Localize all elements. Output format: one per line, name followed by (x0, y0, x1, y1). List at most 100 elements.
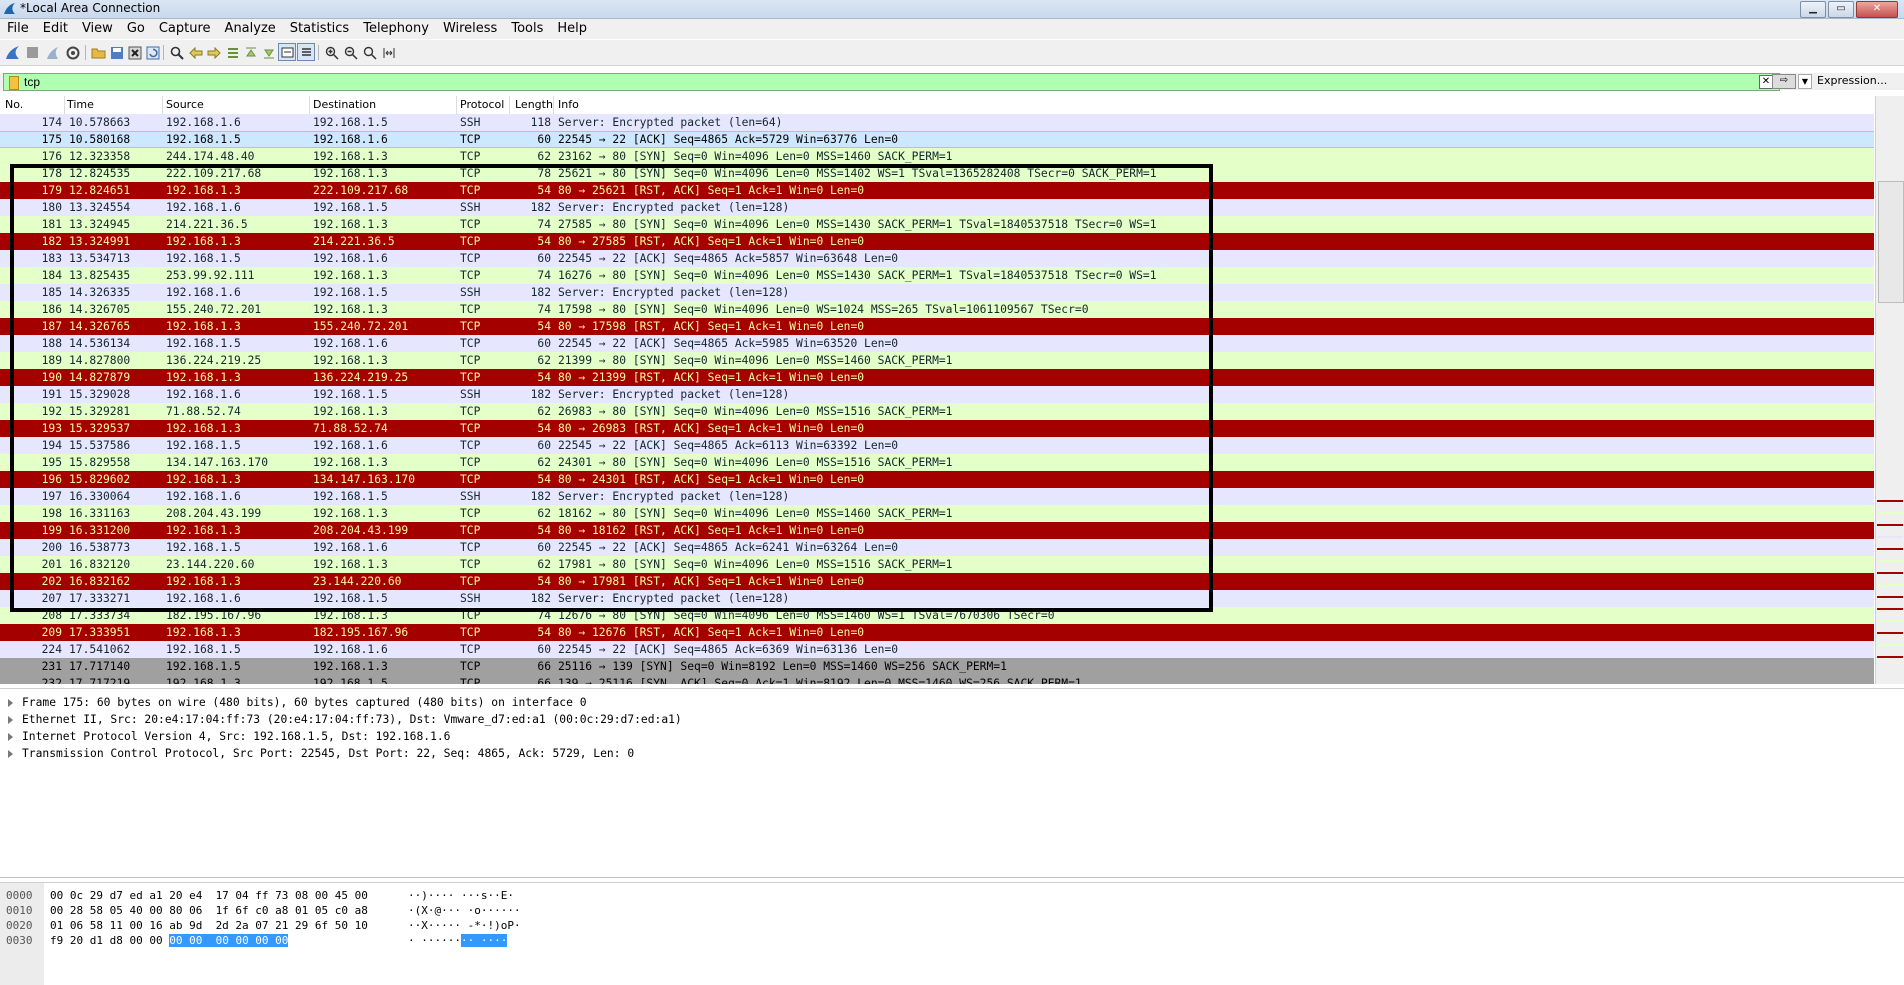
packet-row[interactable]: 207 17.333271 192.168.1.6 192.168.1.5 SSH 182… (0, 590, 1874, 607)
packet-row[interactable]: 199 16.331200 192.168.1.3 208.204.43.199 TCP… (0, 522, 1874, 539)
packet-row[interactable]: 201 16.832120 23.144.220.60 192.168.1.3 TCP 6… (0, 556, 1874, 573)
packet-row[interactable]: 174 10.578663 192.168.1.6 192.168.1.5 SSH 118… (0, 114, 1874, 131)
stop-icon[interactable] (24, 44, 41, 61)
packet-row[interactable]: 196 15.829602 192.168.1.3 134.147.163.170 TC… (0, 471, 1874, 488)
restart-icon[interactable] (44, 44, 61, 61)
packet-row[interactable]: 176 12.323358 244.174.48.40 192.168.1.3 TCP 6… (0, 148, 1874, 165)
column-header-destination[interactable]: Destination (313, 98, 376, 111)
column-header-protocol[interactable]: Protocol (460, 98, 504, 111)
packet-list-scrollbar[interactable] (1875, 96, 1904, 684)
packet-row[interactable]: 191 15.329028 192.168.1.6 192.168.1.5 SSH 182… (0, 386, 1874, 403)
packet-row[interactable]: 195 15.829558 134.147.163.170 192.168.1.3 TC… (0, 454, 1874, 471)
menu-capture[interactable]: Capture (152, 19, 218, 39)
reload-icon[interactable] (144, 44, 161, 61)
packet-row[interactable]: 224 17.541062 192.168.1.5 192.168.1.6 TCP 60 2… (0, 641, 1874, 658)
packet-row[interactable]: 232 17.717219 192.168.1.3 192.168.1.5 TCP 66 1… (0, 675, 1874, 684)
column-header-no[interactable]: No. (5, 98, 23, 111)
menu-wireless[interactable]: Wireless (436, 19, 504, 39)
packet-row[interactable]: 178 12.824535 222.109.217.68 192.168.1.3 TCP… (0, 165, 1874, 182)
expand-arrow-icon[interactable] (8, 716, 13, 724)
apply-filter-button[interactable]: ⇨ (1772, 74, 1796, 89)
menu-help[interactable]: Help (550, 19, 594, 39)
packet-row[interactable]: 185 14.326335 192.168.1.6 192.168.1.5 SSH 182… (0, 284, 1874, 301)
zoom-in-icon[interactable] (323, 44, 340, 61)
packet-row-selected[interactable]: 175 10.580168 192.168.1.5 192.168.1.6 TCP 60 2… (0, 131, 1874, 148)
packet-row[interactable]: 186 14.326705 155.240.72.201 192.168.1.3 TCP… (0, 301, 1874, 318)
packet-row[interactable]: 189 14.827800 136.224.219.25 192.168.1.3 TCP… (0, 352, 1874, 369)
clear-filter-icon[interactable]: ✕ (1759, 75, 1773, 89)
ascii-bytes[interactable]: ··X····· -*·!)oP· (408, 918, 521, 933)
options-icon[interactable] (64, 44, 81, 61)
normal-size-icon[interactable] (361, 44, 378, 61)
menu-statistics[interactable]: Statistics (283, 19, 356, 39)
packet-row[interactable]: 231 17.717140 192.168.1.5 192.168.1.3 TCP 66 2… (0, 658, 1874, 675)
column-header-length[interactable]: Length (515, 98, 553, 111)
first-packet-icon[interactable] (242, 44, 259, 61)
detail-tree-item[interactable]: Ethernet II, Src: 20:e4:17:04:ff:73 (20:… (8, 711, 682, 728)
packet-row[interactable]: 193 15.329537 192.168.1.3 71.88.52.74 TCP 54 8… (0, 420, 1874, 437)
ascii-bytes[interactable]: · ········ ···· (408, 933, 508, 948)
find-icon[interactable] (168, 44, 185, 61)
packet-row[interactable]: 181 13.324945 214.221.36.5 192.168.1.3 TCP 74… (0, 216, 1874, 233)
packet-row[interactable]: 209 17.333951 192.168.1.3 182.195.167.96 TCP… (0, 624, 1874, 641)
maximize-button[interactable]: ▭ (1828, 1, 1854, 18)
packet-row[interactable]: 192 15.329281 71.88.52.74 192.168.1.3 TCP 62 2… (0, 403, 1874, 420)
packet-row[interactable]: 182 13.324991 192.168.1.3 214.221.36.5 TCP 54… (0, 233, 1874, 250)
packet-row[interactable]: 194 15.537586 192.168.1.5 192.168.1.6 TCP 60 2… (0, 437, 1874, 454)
packet-row[interactable]: 183 13.534713 192.168.1.5 192.168.1.6 TCP 60 2… (0, 250, 1874, 267)
expand-arrow-icon[interactable] (8, 750, 13, 758)
packet-row[interactable]: 184 13.825435 253.99.92.111 192.168.1.3 TCP 7… (0, 267, 1874, 284)
packet-row[interactable]: 180 13.324554 192.168.1.6 192.168.1.5 SSH 182… (0, 199, 1874, 216)
zoom-out-icon[interactable] (342, 44, 359, 61)
menu-file[interactable]: File (0, 19, 36, 39)
menu-tools[interactable]: Tools (504, 19, 550, 39)
packet-row[interactable]: 187 14.326765 192.168.1.3 155.240.72.201 TCP… (0, 318, 1874, 335)
packet-row[interactable]: 179 12.824651 192.168.1.3 222.109.217.68 TCP… (0, 182, 1874, 199)
hex-bytes[interactable]: 01 06 58 11 00 16 ab 9d 2d 2a 07 21 29 6… (50, 918, 368, 933)
expression-button[interactable]: Expression... (1817, 73, 1887, 89)
display-filter-input[interactable] (24, 74, 1764, 89)
packet-row[interactable]: 202 16.832162 192.168.1.3 23.144.220.60 TCP 5… (0, 573, 1874, 590)
column-header-source[interactable]: Source (166, 98, 204, 111)
column-header-info[interactable]: Info (558, 98, 579, 111)
detail-tree-item[interactable]: Internet Protocol Version 4, Src: 192.16… (8, 728, 450, 745)
forward-arrow-icon[interactable] (205, 44, 222, 61)
menu-analyze[interactable]: Analyze (218, 19, 283, 39)
detail-tree-item[interactable]: Frame 175: 60 bytes on wire (480 bits), … (8, 694, 587, 711)
hex-bytes[interactable]: 00 0c 29 d7 ed a1 20 e4 17 04 ff 73 08 0… (50, 888, 368, 903)
ascii-bytes[interactable]: ··)···· ···s··E· (408, 888, 514, 903)
packet-row[interactable]: 208 17.333734 182.195.167.96 192.168.1.3 TCP… (0, 607, 1874, 624)
resize-columns-icon[interactable] (380, 44, 397, 61)
menu-view[interactable]: View (75, 19, 120, 39)
packet-row[interactable]: 200 16.538773 192.168.1.5 192.168.1.6 TCP 60 2… (0, 539, 1874, 556)
hex-bytes[interactable]: f9 20 d1 d8 00 00 00 00 00 00 00 00 (50, 933, 289, 948)
close-file-icon[interactable] (126, 44, 143, 61)
packet-row[interactable]: 198 16.331163 208.204.43.199 192.168.1.3 TCP… (0, 505, 1874, 522)
cell-src: 192.168.1.3 (166, 626, 241, 639)
last-packet-icon[interactable] (260, 44, 277, 61)
back-arrow-icon[interactable] (187, 44, 204, 61)
colorize-icon[interactable] (297, 43, 315, 61)
packet-row[interactable]: 188 14.536134 192.168.1.5 192.168.1.6 TCP 60 2… (0, 335, 1874, 352)
shark-fin-start-icon[interactable] (4, 44, 21, 61)
menu-edit[interactable]: Edit (36, 19, 75, 39)
ascii-bytes[interactable]: ·(X·@··· ·o······ (408, 903, 521, 918)
expand-arrow-icon[interactable] (8, 699, 13, 707)
open-folder-icon[interactable] (90, 44, 107, 61)
go-to-packet-icon[interactable] (224, 44, 241, 61)
detail-tree-item[interactable]: Transmission Control Protocol, Src Port:… (8, 745, 634, 762)
scrollbar-thumb[interactable] (1878, 181, 1904, 303)
close-button[interactable]: ✕ (1856, 1, 1898, 18)
menu-go[interactable]: Go (120, 19, 152, 39)
hex-bytes[interactable]: 00 28 58 05 40 00 80 06 1f 6f c0 a8 01 0… (50, 903, 368, 918)
autoscroll-icon[interactable] (278, 43, 296, 61)
expand-arrow-icon[interactable] (8, 733, 13, 741)
filter-bookmark-icon[interactable] (9, 76, 19, 90)
filter-history-dropdown[interactable]: ▼ (1798, 74, 1812, 89)
minimize-button[interactable]: ▁ (1800, 1, 1826, 18)
column-header-time[interactable]: Time (67, 98, 94, 111)
packet-row[interactable]: 190 14.827879 192.168.1.3 136.224.219.25 TCP… (0, 369, 1874, 386)
menu-telephony[interactable]: Telephony (356, 19, 436, 39)
save-icon[interactable] (108, 44, 125, 61)
packet-row[interactable]: 197 16.330064 192.168.1.6 192.168.1.5 SSH 182… (0, 488, 1874, 505)
